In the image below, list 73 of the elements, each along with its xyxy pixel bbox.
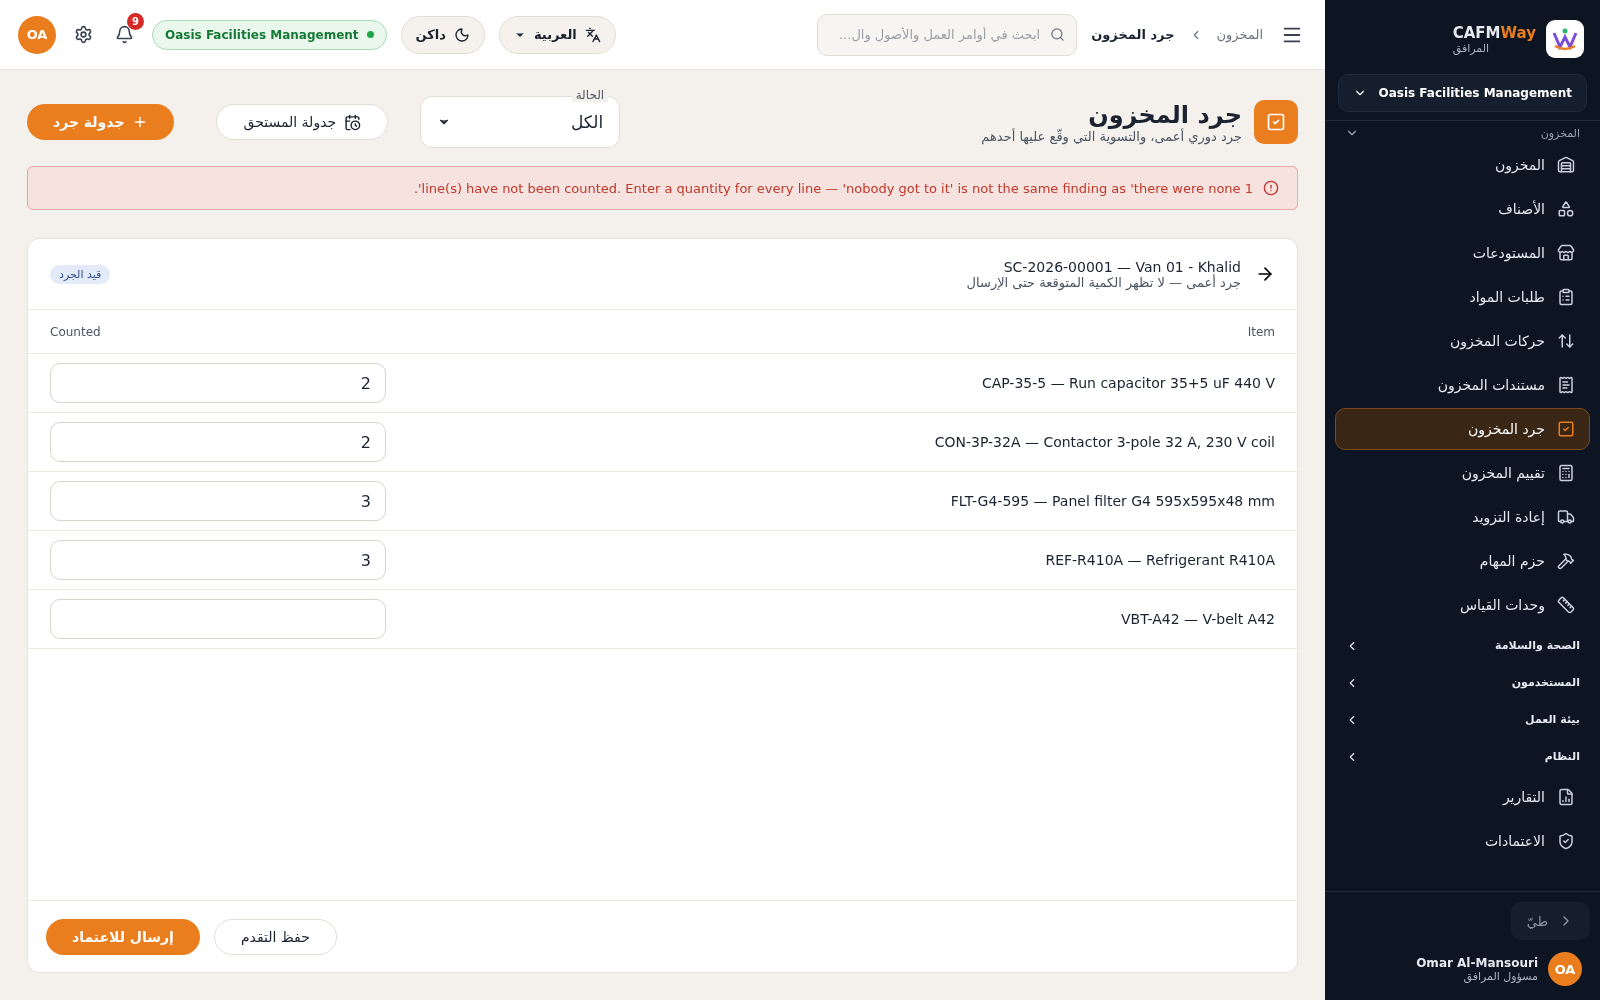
user-name: Omar Al-Mansouri	[1416, 955, 1538, 970]
checklist-icon	[1557, 420, 1575, 438]
sidebar-item[interactable]: إعادة التزويد	[1335, 496, 1590, 538]
table-cell: CAP-35-5 — Run capacitor 35+5 uF 440 V	[981, 375, 1275, 391]
sidebar-group[interactable]: النظام	[1335, 738, 1590, 775]
field-label: الحالة	[571, 88, 609, 102]
column-header: Counted	[28, 310, 408, 354]
sidebar-item[interactable]: مستندات المخزون	[1335, 364, 1590, 406]
table-cell: CON-3P-32A — Contactor 3-pole 32 A, 230 V coil	[934, 434, 1275, 450]
language-button[interactable]: العربية	[498, 15, 616, 54]
table-cell: FLT-G4-595 — Panel filter G4 595x595x48 mm	[950, 493, 1275, 509]
user-avatar: OA	[1548, 952, 1582, 986]
user-role: مسؤول المرافق	[1462, 969, 1538, 983]
calculator-icon	[1557, 464, 1575, 482]
quantity-field[interactable]: 2	[50, 422, 386, 462]
sidebar-item[interactable]: المستودعات	[1335, 232, 1590, 274]
sidebar-item[interactable]: الاعتمادات	[1335, 820, 1590, 862]
alert-icon	[1263, 180, 1279, 196]
count-title: SC-2026-00001 — Van 01 - Khalid	[1002, 258, 1241, 275]
checklist-icon	[1254, 100, 1298, 144]
schedule-due-button[interactable]: جدولة المستحق	[216, 104, 389, 140]
breadcrumb[interactable]: المخزون	[1216, 27, 1263, 42]
translate-icon	[584, 26, 601, 43]
quantity-field[interactable]	[50, 599, 386, 639]
breadcrumb: جرد المخزون	[1091, 27, 1175, 42]
alert-message: 1 line(s) have not been counted. Enter a quantity for every line — 'nobody got to it' is not the same finding as 'there were none'.	[413, 180, 1253, 196]
page-subtitle: جرد دوري أعمى، والتسوية التي وقّع عليها أحدهم	[980, 128, 1242, 144]
receipt-icon	[1557, 376, 1575, 394]
brand-name: CAFMWay	[1452, 23, 1536, 42]
page-title: جرد المخزون	[1087, 100, 1242, 129]
logo-icon	[1546, 20, 1584, 58]
save-progress-button[interactable]: حفظ التقدم	[213, 918, 337, 955]
warehouse-icon	[1557, 156, 1575, 174]
collapse-button[interactable]: طيّ	[1510, 902, 1590, 940]
organization-select[interactable]: Oasis Facilities Management	[1338, 74, 1587, 112]
sidebar-item[interactable]: التقارير	[1335, 776, 1590, 818]
calendar-icon	[344, 113, 362, 131]
quantity-field[interactable]: 3	[50, 481, 386, 521]
theme-button[interactable]: داكن	[400, 15, 485, 54]
sidebar-item[interactable]: حزم المهام	[1335, 540, 1590, 582]
moon-icon	[453, 26, 470, 43]
store-icon	[1557, 244, 1575, 262]
sidebar-item[interactable]: وحدات القياس	[1335, 584, 1590, 626]
notification-count: 9	[127, 13, 144, 30]
truck-icon	[1557, 508, 1575, 526]
table-cell: REF-R410A — Refrigerant R410A	[1045, 552, 1275, 568]
report-icon	[1557, 788, 1575, 806]
column-header: Item	[408, 310, 1297, 354]
shapes-icon	[1557, 200, 1575, 218]
sidebar-group[interactable]: بيئة العمل	[1335, 701, 1590, 738]
sidebar-group[interactable]: الصحة والسلامة	[1335, 627, 1590, 664]
bell-icon	[115, 25, 134, 44]
organization-badge: Oasis Facilities Management	[152, 19, 387, 50]
sidebar-item[interactable]: طلبات المواد	[1335, 276, 1590, 318]
quantity-field[interactable]: 3	[50, 540, 386, 580]
sidebar-group[interactable]: المستخدمون	[1335, 664, 1590, 701]
sidebar-item[interactable]: جرد المخزون	[1335, 408, 1590, 450]
ruler-icon	[1557, 596, 1575, 614]
brand-subtitle: المرافق	[1452, 41, 1490, 55]
sidebar-item[interactable]: حركات المخزون	[1335, 320, 1590, 362]
status-tag: قيد الجرد	[50, 264, 111, 284]
shield-check-icon	[1557, 832, 1575, 850]
clipboard-icon	[1557, 288, 1575, 306]
hammer-icon	[1557, 552, 1575, 570]
settings-icon	[74, 25, 93, 44]
sidebar-section[interactable]: المخزون	[1335, 123, 1590, 143]
sidebar-item[interactable]: تقييم المخزون	[1335, 452, 1590, 494]
sidebar-item[interactable]: المخزون	[1335, 144, 1590, 186]
quantity-field[interactable]: 2	[50, 363, 386, 403]
up-down-arrows-icon	[1557, 332, 1575, 350]
table-cell: VBT-A42 — V-belt A42	[1121, 611, 1275, 627]
count-subtitle: جرد أعمى — لا تظهر الكمية المتوقعة حتى الإرسال	[965, 274, 1241, 290]
sidebar-item[interactable]: الأصناف	[1335, 188, 1590, 230]
